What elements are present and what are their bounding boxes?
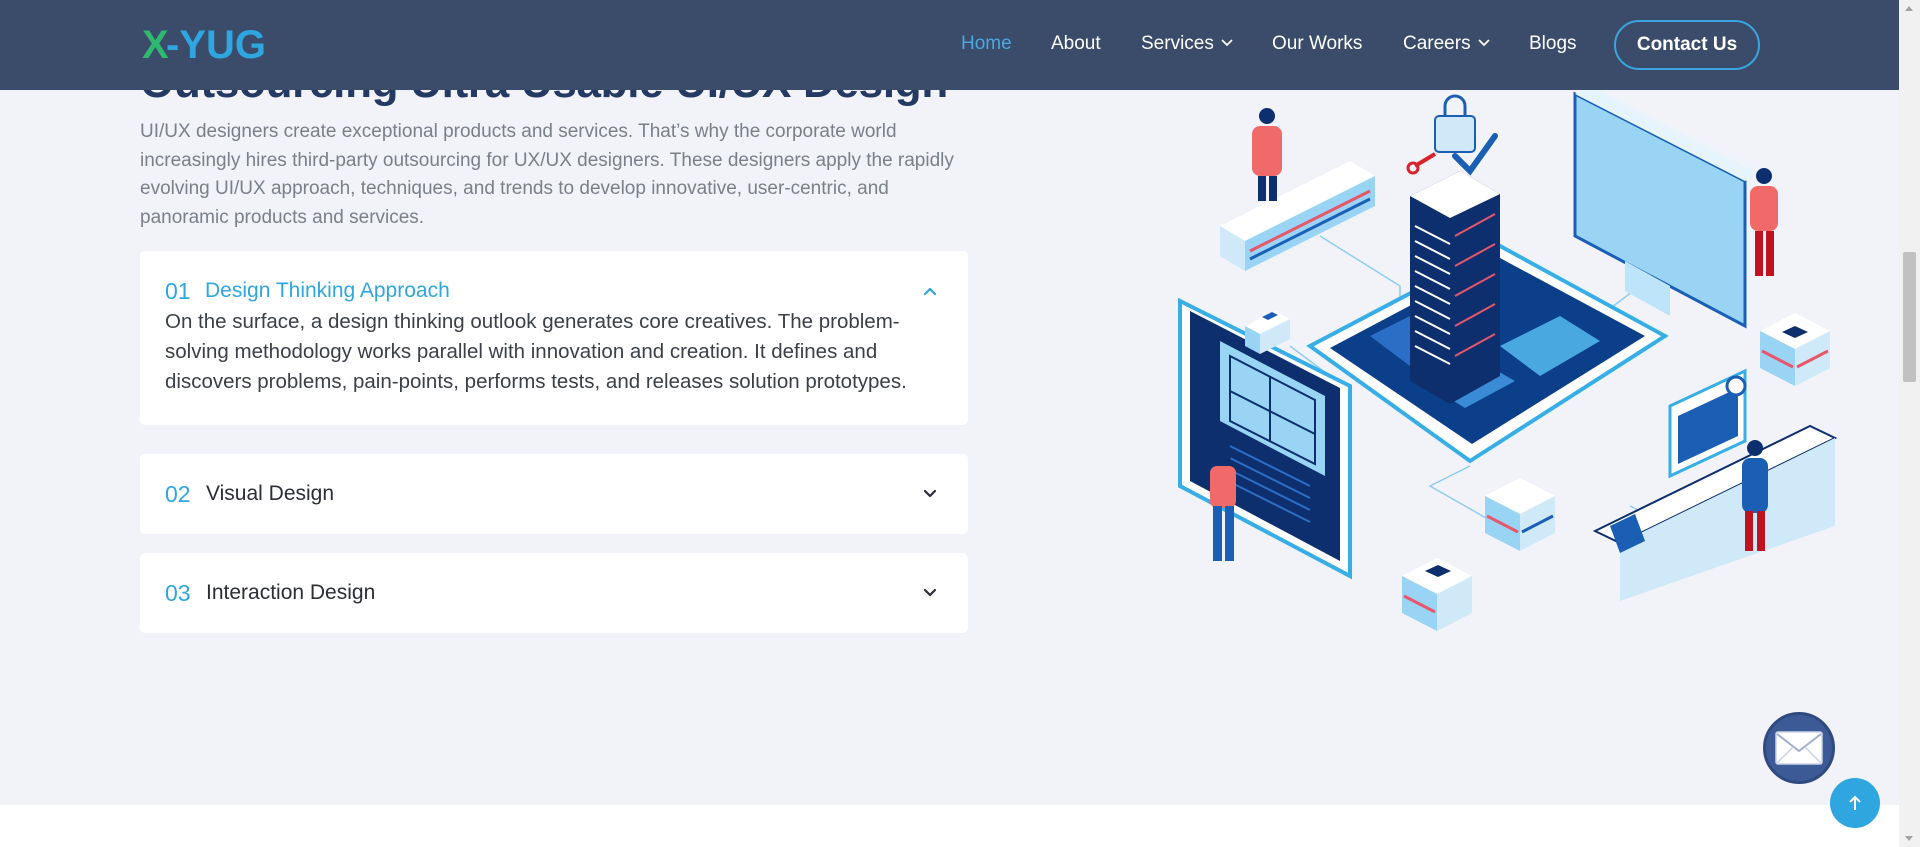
- accordion-item-3: 03 Interaction Design: [140, 553, 968, 633]
- scroll-down-arrow-icon[interactable]: [1905, 836, 1913, 841]
- nav-home[interactable]: Home: [961, 33, 1012, 55]
- chevron-up-icon: [923, 287, 937, 296]
- accordion-title: Visual Design: [206, 482, 335, 505]
- accordion-number: 02: [165, 480, 191, 507]
- scroll-up-arrow-icon[interactable]: [1905, 6, 1913, 11]
- nav-blogs[interactable]: Blogs: [1529, 33, 1577, 55]
- page-scrollbar[interactable]: [1899, 0, 1920, 847]
- mail-icon: [1775, 731, 1823, 765]
- accordion-item-1: 01 Design Thinking Approach On the surfa…: [140, 251, 968, 425]
- nav-careers-label: Careers: [1403, 33, 1471, 54]
- mail-button[interactable]: [1763, 712, 1835, 784]
- back-to-top-button[interactable]: [1830, 778, 1880, 828]
- accordion-header-2[interactable]: 02 Visual Design: [140, 454, 968, 534]
- chevron-down-icon: [923, 489, 937, 498]
- accordion-header-1[interactable]: 01 Design Thinking Approach: [140, 251, 968, 331]
- accordion-title: Interaction Design: [206, 581, 376, 604]
- arrow-up-icon: [1849, 795, 1861, 810]
- ux-isometric-illustration: [1178, 86, 1838, 631]
- chevron-down-icon: [1477, 39, 1490, 47]
- chevron-down-icon: [1221, 39, 1233, 47]
- nav-services-label: Services: [1141, 33, 1214, 54]
- site-logo[interactable]: X -YUG: [142, 18, 264, 66]
- accordion-title: Design Thinking Approach: [205, 279, 450, 302]
- accordion-item-2: 02 Visual Design: [140, 454, 968, 534]
- accordion-header-3[interactable]: 03 Interaction Design: [140, 553, 968, 633]
- site-header: X -YUG Home About Services Our Works Car…: [0, 0, 1899, 90]
- nav-our-works[interactable]: Our Works: [1272, 33, 1362, 55]
- chevron-down-icon: [923, 588, 937, 597]
- svg-text:X: X: [142, 23, 169, 66]
- scroll-thumb[interactable]: [1903, 252, 1916, 382]
- next-section-band: [0, 805, 1899, 847]
- nav-services[interactable]: Services: [1141, 33, 1233, 55]
- accordion-number: 01: [165, 277, 191, 304]
- nav-about[interactable]: About: [1051, 33, 1101, 55]
- contact-us-button[interactable]: Contact Us: [1614, 20, 1760, 70]
- accordion-number: 03: [165, 579, 191, 606]
- svg-text:-YUG: -YUG: [166, 23, 264, 66]
- nav-careers[interactable]: Careers: [1403, 33, 1490, 55]
- section-intro: UI/UX designers create exceptional produ…: [140, 121, 954, 228]
